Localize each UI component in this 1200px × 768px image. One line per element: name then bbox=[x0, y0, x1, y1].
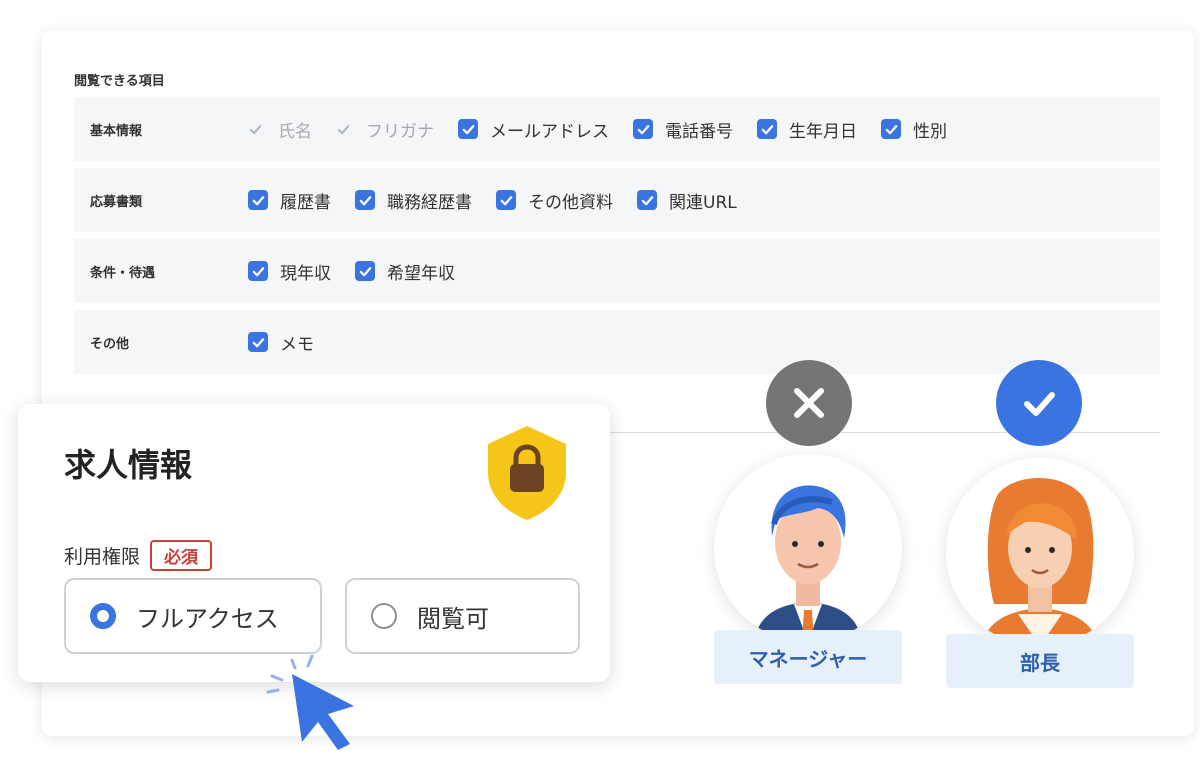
category-label: その他 bbox=[90, 336, 130, 352]
checkbox-checked-icon[interactable] bbox=[248, 261, 268, 281]
manager-avatar bbox=[714, 454, 902, 642]
disabled-check-icon bbox=[336, 119, 350, 139]
lock-shield-icon bbox=[488, 426, 566, 520]
checkbox-label: 履歴書 bbox=[280, 192, 331, 213]
checkbox-label: 電話番号 bbox=[665, 121, 733, 142]
checkbox-item[interactable]: 職務経歴書 bbox=[355, 188, 472, 213]
role-label-department-head: 部長 bbox=[946, 634, 1134, 688]
checkbox-item[interactable]: その他資料 bbox=[496, 188, 613, 213]
checkbox-checked-icon[interactable] bbox=[355, 261, 375, 281]
checkbox-label: 生年月日 bbox=[789, 121, 857, 142]
checkbox-item[interactable]: メモ bbox=[248, 330, 314, 355]
permission-label-row: 利用権限 必須 bbox=[64, 540, 213, 571]
check-icon bbox=[1024, 392, 1055, 416]
full-access-option[interactable]: フルアクセス bbox=[64, 578, 322, 654]
permission-row: その他 メモ bbox=[74, 310, 1160, 374]
allowed-status bbox=[996, 360, 1082, 446]
checkbox-label: 氏名 bbox=[278, 121, 312, 142]
checkbox-group: 現年収 希望年収 bbox=[248, 259, 479, 284]
card-title: 求人情報 bbox=[64, 446, 193, 484]
checkbox-label: 希望年収 bbox=[387, 263, 455, 284]
checkbox-item[interactable]: 生年月日 bbox=[757, 117, 857, 142]
checkbox-checked-icon[interactable] bbox=[458, 119, 478, 139]
mouse-cursor-icon bbox=[266, 654, 354, 750]
checkbox-checked-icon[interactable] bbox=[633, 119, 653, 139]
checkbox-checked-icon[interactable] bbox=[881, 119, 901, 139]
checkbox-group: 氏名 フリガナ メールアドレス 電話番号 生年月日 性別 bbox=[248, 117, 971, 142]
checkbox-item[interactable]: 現年収 bbox=[248, 259, 331, 284]
checkbox-item: 氏名 bbox=[248, 117, 312, 142]
checkbox-item[interactable]: 関連URL bbox=[637, 188, 737, 213]
checkbox-item[interactable]: 履歴書 bbox=[248, 188, 331, 213]
checkbox-label: 職務経歴書 bbox=[387, 192, 472, 213]
checkbox-label: メモ bbox=[280, 334, 314, 355]
view-only-label: 閲覧可 bbox=[417, 604, 489, 633]
permission-row: 応募書類 履歴書 職務経歴書 その他資料 関連URL bbox=[74, 168, 1160, 232]
disabled-check-icon bbox=[248, 119, 262, 139]
divider bbox=[608, 432, 1160, 433]
checkbox-checked-icon[interactable] bbox=[496, 190, 516, 210]
permission-row: 条件・待遇 現年収 希望年収 bbox=[74, 239, 1160, 303]
checkbox-label: 現年収 bbox=[280, 263, 331, 284]
checkbox-item[interactable]: 性別 bbox=[881, 117, 947, 142]
close-icon bbox=[794, 388, 824, 418]
checkbox-checked-icon[interactable] bbox=[637, 190, 657, 210]
radio-selected-icon[interactable] bbox=[90, 603, 116, 629]
checkbox-group: メモ bbox=[248, 330, 338, 355]
checkbox-group: 履歴書 職務経歴書 その他資料 関連URL bbox=[248, 188, 761, 213]
permission-row: 基本情報 氏名 フリガナ メールアドレス 電話番号 生年月日 性別 bbox=[74, 97, 1160, 161]
checkbox-checked-icon[interactable] bbox=[248, 190, 268, 210]
checkbox-checked-icon[interactable] bbox=[248, 332, 268, 352]
checkbox-item[interactable]: メールアドレス bbox=[458, 117, 609, 142]
checkbox-item[interactable]: 希望年収 bbox=[355, 259, 455, 284]
category-label: 条件・待遇 bbox=[90, 265, 156, 281]
checkbox-checked-icon[interactable] bbox=[757, 119, 777, 139]
view-only-option[interactable]: 閲覧可 bbox=[345, 578, 580, 654]
job-info-card: 求人情報 利用権限 必須 フルアクセス 閲覧可 bbox=[18, 404, 610, 682]
checkbox-label: 性別 bbox=[913, 121, 947, 142]
checkbox-label: 関連URL bbox=[669, 192, 737, 213]
checkbox-label: その他資料 bbox=[528, 192, 613, 213]
checkbox-item: フリガナ bbox=[336, 117, 434, 142]
permission-label: 利用権限 bbox=[64, 546, 141, 568]
checkbox-label: フリガナ bbox=[366, 121, 434, 142]
checkbox-checked-icon[interactable] bbox=[355, 190, 375, 210]
required-badge: 必須 bbox=[150, 540, 213, 571]
category-label: 応募書類 bbox=[90, 194, 143, 210]
checkbox-item[interactable]: 電話番号 bbox=[633, 117, 733, 142]
category-label: 基本情報 bbox=[90, 123, 143, 139]
checkbox-label: メールアドレス bbox=[490, 121, 609, 142]
full-access-label: フルアクセス bbox=[136, 604, 279, 633]
denied-status bbox=[766, 360, 852, 446]
role-label-manager: マネージャー bbox=[714, 630, 902, 684]
department-head-avatar bbox=[946, 458, 1134, 646]
viewable-items-title: 閲覧できる項目 bbox=[74, 74, 165, 89]
radio-unselected-icon[interactable] bbox=[371, 603, 397, 629]
